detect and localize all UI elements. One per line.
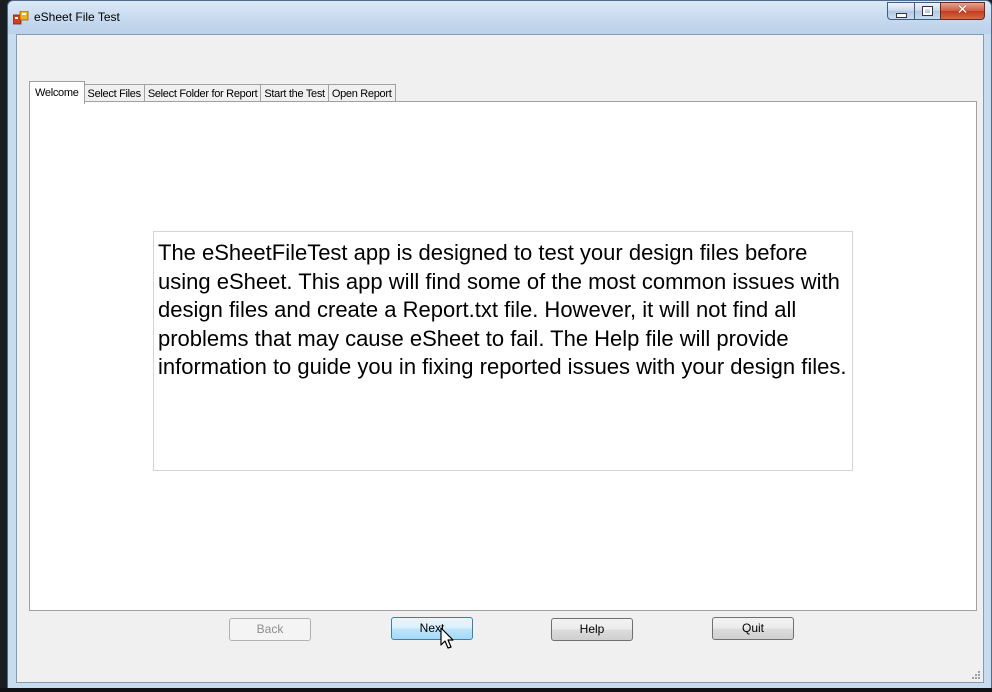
caption-buttons: ✕ (887, 2, 985, 20)
welcome-text: The eSheetFileTest app is designed to te… (153, 231, 853, 471)
welcome-tab-panel: The eSheetFileTest app is designed to te… (29, 101, 977, 611)
maximize-icon (922, 6, 933, 16)
close-icon: ✕ (956, 2, 969, 18)
client-area: Welcome Select Files Select Folder for R… (16, 34, 984, 683)
tab-strip: Welcome Select Files Select Folder for R… (29, 81, 396, 104)
minimize-icon (896, 13, 907, 18)
maximize-button[interactable] (914, 2, 940, 20)
quit-button[interactable]: Quit (712, 617, 794, 640)
tab-welcome[interactable]: Welcome (29, 81, 85, 104)
back-button[interactable]: Back (229, 618, 311, 641)
minimize-button[interactable] (887, 2, 914, 20)
help-button[interactable]: Help (551, 618, 633, 641)
app-window: eSheet File Test ✕ Welcome Select Files … (7, 0, 992, 690)
app-icon (13, 11, 29, 25)
mouse-cursor-icon (440, 627, 454, 649)
close-button[interactable]: ✕ (940, 2, 985, 20)
title-bar[interactable]: eSheet File Test ✕ (8, 1, 991, 34)
next-button[interactable]: Next (391, 617, 473, 640)
taskbar-strip (0, 688, 992, 692)
window-title: eSheet File Test (34, 10, 120, 24)
resize-grip-icon[interactable] (970, 669, 980, 679)
